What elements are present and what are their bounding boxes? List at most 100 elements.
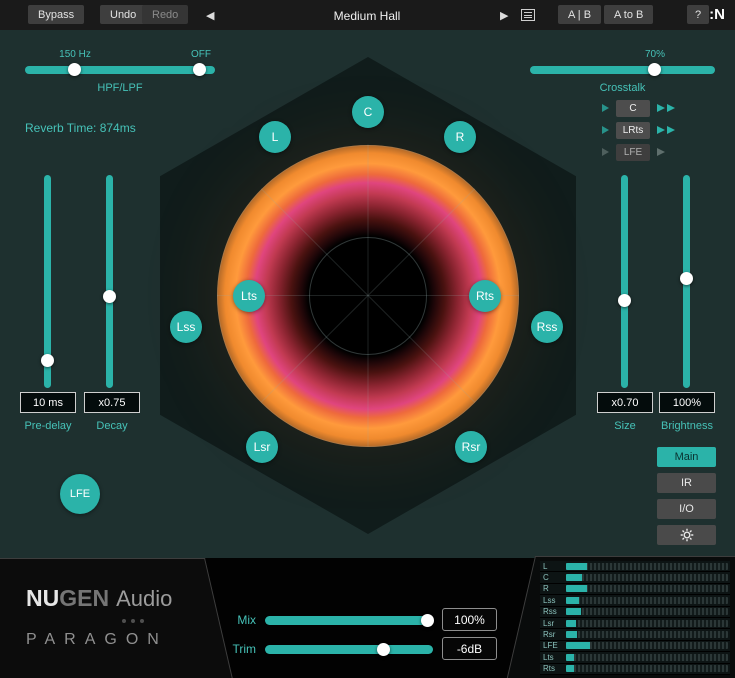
mix-label: Mix — [222, 613, 256, 627]
meter-row: Rss — [540, 607, 730, 618]
routing-in-chevron-icon — [602, 148, 609, 156]
settings-button[interactable] — [657, 525, 716, 545]
preset-name[interactable]: Medium Hall — [267, 9, 467, 23]
meter-level — [566, 608, 581, 615]
meter-row: LFE — [540, 641, 730, 652]
undo-button[interactable]: Undo — [100, 5, 146, 24]
meter-bar — [566, 631, 728, 638]
brightness-handle[interactable] — [680, 272, 693, 285]
brand-tab-shape — [0, 558, 233, 678]
routing-out-chevrons-icon — [657, 148, 665, 156]
meter-bar — [566, 597, 728, 604]
tab-ir[interactable]: IR — [657, 473, 716, 493]
channel-node-rts[interactable]: Rts — [469, 280, 501, 312]
meter-bar — [566, 665, 728, 672]
decay-slider-track[interactable] — [106, 175, 113, 388]
crosstalk-label: Crosstalk — [530, 82, 715, 94]
mix-handle[interactable] — [421, 614, 434, 627]
meter-bar — [566, 654, 728, 661]
previous-preset-icon[interactable]: ◀ — [206, 9, 214, 22]
meter-level — [566, 574, 582, 581]
lpf-value: OFF — [178, 49, 224, 60]
decay-label: Decay — [84, 420, 140, 432]
meter-channel-label: Lss — [540, 596, 566, 605]
meter-channel-label: Rsr — [540, 630, 566, 639]
pre-delay-label: Pre-delay — [20, 420, 76, 432]
routing-row-c: C — [602, 99, 675, 117]
main-panel: 150 Hz OFF HPF/LPF Reverb Time: 874ms 70… — [0, 30, 735, 558]
brand-dots — [122, 619, 144, 623]
hpf-lpf-slider-track[interactable] — [25, 66, 215, 74]
ab-compare-button[interactable]: A | B — [558, 5, 601, 24]
a-to-b-button[interactable]: A to B — [604, 5, 653, 24]
channel-node-lfe[interactable]: LFE — [60, 474, 100, 514]
meter-bar — [566, 574, 728, 581]
brightness-value-box[interactable]: 100% — [659, 392, 715, 413]
decay-handle[interactable] — [103, 290, 116, 303]
routing-out-chevrons-icon — [657, 126, 675, 134]
reverb-time-readout: Reverb Time: 874ms — [25, 121, 136, 135]
meter-bar — [566, 608, 728, 615]
hpf-handle[interactable] — [68, 63, 81, 76]
meter-bar — [566, 563, 728, 570]
channel-node-lts[interactable]: Lts — [233, 280, 265, 312]
channel-node-l[interactable]: L — [259, 121, 291, 153]
size-handle[interactable] — [618, 294, 631, 307]
routing-row-lfe: LFE — [602, 143, 665, 161]
meter-level — [566, 585, 587, 592]
channel-node-lsr[interactable]: Lsr — [246, 431, 278, 463]
channel-node-r[interactable]: R — [444, 121, 476, 153]
tab-main[interactable]: Main — [657, 447, 716, 467]
decay-value-box[interactable]: x0.75 — [84, 392, 140, 413]
preset-list-icon[interactable] — [521, 9, 535, 21]
bypass-button[interactable]: Bypass — [28, 5, 84, 24]
tab-io[interactable]: I/O — [657, 499, 716, 519]
size-slider-track[interactable] — [621, 175, 628, 388]
titlebar: Bypass Undo Redo ◀ Medium Hall ▶ A | B A… — [0, 0, 735, 30]
meter-channel-label: Lsr — [540, 619, 566, 628]
size-value-box[interactable]: x0.70 — [597, 392, 653, 413]
hpf-lpf-label: HPF/LPF — [25, 82, 215, 94]
routing-c-button[interactable]: C — [616, 100, 650, 117]
trim-value-box[interactable]: -6dB — [442, 637, 497, 660]
paragon-plugin-window: Bypass Undo Redo ◀ Medium Hall ▶ A | B A… — [0, 0, 735, 678]
mix-value-box[interactable]: 100% — [442, 608, 497, 631]
routing-lfe-button[interactable]: LFE — [616, 144, 650, 161]
brand-gen: GEN — [59, 585, 109, 611]
meter-row: L — [540, 561, 730, 572]
pre-delay-handle[interactable] — [41, 354, 54, 367]
meter-level — [566, 597, 579, 604]
meter-row: Rsr — [540, 629, 730, 640]
gear-icon — [680, 528, 694, 542]
trim-slider-track[interactable] — [265, 645, 433, 654]
crosstalk-value: 70% — [630, 49, 680, 60]
routing-in-chevron-icon — [602, 104, 609, 112]
meter-channel-label: Rts — [540, 664, 566, 673]
channel-node-rsr[interactable]: Rsr — [455, 431, 487, 463]
hpf-value: 150 Hz — [50, 49, 100, 60]
routing-lrts-button[interactable]: LRts — [616, 122, 650, 139]
trim-handle[interactable] — [377, 643, 390, 656]
routing-row-lrts: LRts — [602, 121, 675, 139]
meter-row: Lsr — [540, 618, 730, 629]
meter-bar — [566, 642, 728, 649]
lpf-handle[interactable] — [193, 63, 206, 76]
meter-channel-label: C — [540, 573, 566, 582]
next-preset-icon[interactable]: ▶ — [500, 9, 508, 22]
channel-node-rss[interactable]: Rss — [531, 311, 563, 343]
channel-node-c[interactable]: C — [352, 96, 384, 128]
pre-delay-value-box[interactable]: 10 ms — [20, 392, 76, 413]
meter-bar — [566, 585, 728, 592]
meter-bar — [566, 620, 728, 627]
mix-slider-track[interactable] — [265, 616, 433, 625]
meter-row: Rts — [540, 664, 730, 675]
channel-node-lss[interactable]: Lss — [170, 311, 202, 343]
meter-row: Lts — [540, 652, 730, 663]
crosstalk-handle[interactable] — [648, 63, 661, 76]
footer: NUGENAudio PARAGON Mix 100% Trim -6dB LC… — [0, 558, 735, 678]
redo-button[interactable]: Redo — [142, 5, 188, 24]
help-button[interactable]: ? — [687, 5, 709, 24]
crosstalk-slider-track[interactable] — [530, 66, 715, 74]
brightness-label: Brightness — [645, 420, 729, 432]
nugen-logo-icon: :N — [709, 6, 725, 23]
